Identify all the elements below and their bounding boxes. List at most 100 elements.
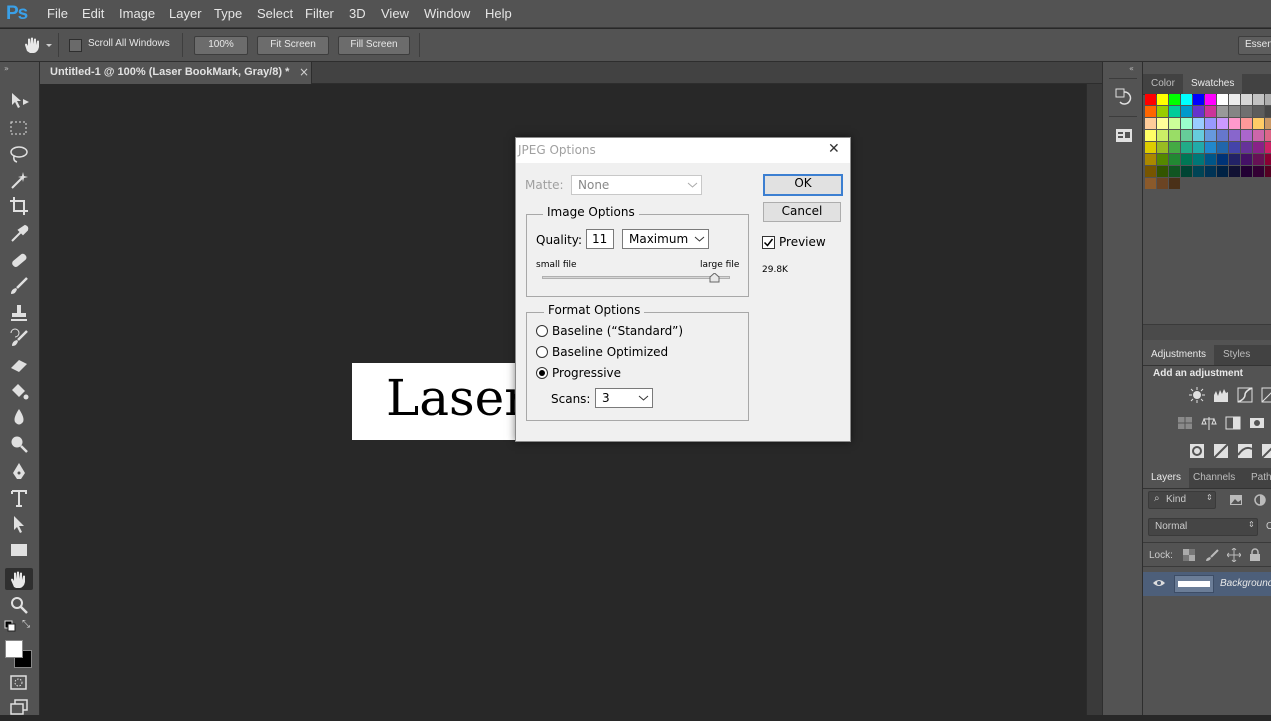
color-swatch[interactable]: [1241, 106, 1252, 117]
color-swatch[interactable]: [1181, 142, 1192, 153]
menu-file[interactable]: File: [47, 6, 68, 21]
clone-stamp-tool-icon[interactable]: [8, 302, 30, 324]
curves-icon[interactable]: [1237, 387, 1253, 406]
color-swatch[interactable]: [1193, 94, 1204, 105]
color-swatch[interactable]: [1169, 166, 1180, 177]
scans-select[interactable]: 3: [595, 388, 653, 408]
layer-kind-filter[interactable]: ⌕ Kind ⇕: [1148, 491, 1216, 509]
layer-visibility-eye-icon[interactable]: [1152, 577, 1166, 592]
color-swatch[interactable]: [1253, 130, 1264, 141]
color-swatch[interactable]: [1169, 154, 1180, 165]
color-swatch[interactable]: [1157, 118, 1168, 129]
color-swatch[interactable]: [1169, 178, 1180, 189]
color-swatch[interactable]: [1229, 130, 1240, 141]
crop-tool-icon[interactable]: [8, 195, 30, 217]
baseline-optimized-radio[interactable]: [536, 346, 548, 358]
color-swatch[interactable]: [1241, 94, 1252, 105]
gradient-map-icon[interactable]: [1261, 443, 1271, 462]
levels-icon[interactable]: [1213, 387, 1229, 406]
color-swatch[interactable]: [1229, 154, 1240, 165]
menu-window[interactable]: Window: [424, 6, 470, 21]
posterize-icon[interactable]: [1213, 443, 1229, 462]
tab-swatches[interactable]: Swatches: [1183, 74, 1243, 94]
color-swatch[interactable]: [1193, 142, 1204, 153]
color-swatch[interactable]: [1217, 106, 1228, 117]
pen-tool-icon[interactable]: [8, 461, 30, 483]
layer-row-background[interactable]: Background: [1143, 572, 1271, 596]
color-swatch[interactable]: [1157, 94, 1168, 105]
color-swatch[interactable]: [1205, 166, 1216, 177]
color-swatch[interactable]: [1145, 106, 1156, 117]
quality-preset-select[interactable]: Maximum: [622, 229, 709, 249]
ok-button[interactable]: OK: [763, 174, 843, 196]
color-swatch[interactable]: [1181, 106, 1192, 117]
exposure-icon[interactable]: [1261, 387, 1271, 406]
canvas-document[interactable]: Laser: [352, 363, 528, 440]
color-swatch[interactable]: [1241, 118, 1252, 129]
color-swatch[interactable]: [1205, 106, 1216, 117]
color-swatch[interactable]: [1157, 106, 1168, 117]
default-colors-icon[interactable]: [4, 620, 16, 635]
color-swatch[interactable]: [1181, 166, 1192, 177]
lock-position-icon[interactable]: [1226, 547, 1242, 565]
color-swatch[interactable]: [1253, 106, 1264, 117]
dialog-close-icon[interactable]: ✕: [828, 141, 840, 157]
threshold-icon[interactable]: [1237, 443, 1253, 462]
type-tool-icon[interactable]: [8, 487, 30, 509]
color-swatch[interactable]: [1265, 106, 1271, 117]
tab-adjustments[interactable]: Adjustments: [1143, 345, 1215, 365]
color-swatch[interactable]: [1169, 130, 1180, 141]
progressive-radio[interactable]: [536, 367, 548, 379]
color-swatch[interactable]: [1157, 142, 1168, 153]
color-swatch[interactable]: [1145, 130, 1156, 141]
hand-tool-icon[interactable]: [5, 568, 33, 590]
color-swatch[interactable]: [1217, 142, 1228, 153]
color-swatch[interactable]: [1157, 154, 1168, 165]
vibrance-icon[interactable]: [1177, 415, 1193, 434]
menu-help[interactable]: Help: [485, 6, 512, 21]
color-swatch[interactable]: [1265, 166, 1271, 177]
cancel-button[interactable]: Cancel: [763, 202, 841, 222]
color-swatch[interactable]: [1157, 166, 1168, 177]
color-swatch[interactable]: [1181, 94, 1192, 105]
path-selection-tool-icon[interactable]: [8, 513, 30, 535]
color-swatch[interactable]: [1193, 130, 1204, 141]
color-swatch[interactable]: [1193, 154, 1204, 165]
lock-all-icon[interactable]: [1249, 548, 1261, 565]
color-swatch[interactable]: [1157, 178, 1168, 189]
color-swatch[interactable]: [1229, 118, 1240, 129]
color-swatch[interactable]: [1145, 166, 1156, 177]
tab-channels[interactable]: Channels: [1193, 472, 1235, 483]
color-swatch[interactable]: [1145, 118, 1156, 129]
color-swatch[interactable]: [1229, 94, 1240, 105]
hand-tool-preset-icon[interactable]: [22, 35, 52, 58]
color-swatch[interactable]: [1205, 118, 1216, 129]
color-swatch[interactable]: [1253, 118, 1264, 129]
dialog-title-bar[interactable]: JPEG Options ✕: [516, 138, 850, 163]
healing-brush-tool-icon[interactable]: [8, 249, 30, 271]
eyedropper-tool-icon[interactable]: [8, 222, 30, 244]
scroll-all-windows-checkbox[interactable]: [69, 39, 82, 52]
menu-image[interactable]: Image: [119, 6, 155, 21]
tab-paths[interactable]: Paths: [1251, 472, 1271, 483]
color-swatch[interactable]: [1205, 142, 1216, 153]
color-swatch[interactable]: [1169, 142, 1180, 153]
color-swatch[interactable]: [1229, 106, 1240, 117]
quality-input[interactable]: 11: [586, 229, 614, 249]
color-swatch[interactable]: [1229, 142, 1240, 153]
color-swatch[interactable]: [1169, 118, 1180, 129]
fit-screen-button[interactable]: Fit Screen: [257, 36, 329, 55]
color-swatch[interactable]: [1265, 154, 1271, 165]
document-tab-close-icon[interactable]: ×: [299, 65, 309, 79]
color-balance-icon[interactable]: [1201, 415, 1217, 434]
magic-wand-tool-icon[interactable]: [8, 169, 30, 191]
color-swatch[interactable]: [1217, 130, 1228, 141]
color-swatch[interactable]: [1265, 142, 1271, 153]
tab-layers[interactable]: Layers: [1143, 468, 1190, 488]
color-swatch[interactable]: [1205, 130, 1216, 141]
menu-filter[interactable]: Filter: [305, 6, 334, 21]
foreground-color-swatch[interactable]: [5, 640, 23, 658]
color-swatch[interactable]: [1253, 94, 1264, 105]
color-swatch[interactable]: [1253, 166, 1264, 177]
color-swatch[interactable]: [1217, 118, 1228, 129]
